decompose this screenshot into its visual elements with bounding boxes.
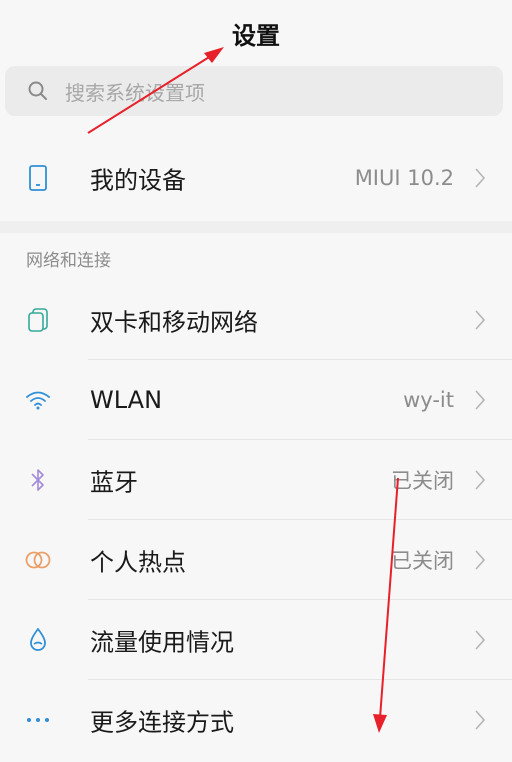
my-device-label: 我的设备 xyxy=(90,166,186,195)
search-placeholder: 搜索系统设置项 xyxy=(65,80,205,105)
bluetooth-label: 蓝牙 xyxy=(90,468,138,497)
hotspot-value: 已关闭 xyxy=(391,549,454,573)
sidebar-item-hotspot[interactable]: 个人热点 已关闭 xyxy=(0,520,512,600)
sidebar-item-dual-sim[interactable]: 双卡和移动网络 xyxy=(0,280,512,360)
chevron-right-icon xyxy=(475,310,486,330)
data-usage-label: 流量使用情况 xyxy=(90,628,234,657)
chevron-right-icon xyxy=(475,470,486,490)
wifi-icon xyxy=(24,386,52,414)
sidebar-item-bluetooth[interactable]: 蓝牙 已关闭 xyxy=(0,440,512,520)
dual-sim-label: 双卡和移动网络 xyxy=(90,308,258,337)
bluetooth-icon xyxy=(24,466,52,494)
more-connections-label: 更多连接方式 xyxy=(90,708,234,737)
data-usage-icon xyxy=(24,626,52,654)
more-dots-icon xyxy=(24,706,52,734)
sidebar-item-data-usage[interactable]: 流量使用情况 xyxy=(0,600,512,680)
chevron-right-icon xyxy=(475,390,486,410)
sidebar-item-more-connections[interactable]: 更多连接方式 xyxy=(0,680,512,760)
chevron-right-icon xyxy=(475,550,486,570)
hotspot-label: 个人热点 xyxy=(90,548,186,577)
my-device-value: MIUI 10.2 xyxy=(354,166,454,190)
phone-icon xyxy=(24,164,52,192)
hotspot-icon xyxy=(24,546,52,574)
bluetooth-value: 已关闭 xyxy=(391,469,454,493)
chevron-right-icon xyxy=(475,630,486,650)
search-input[interactable]: 搜索系统设置项 xyxy=(5,66,503,116)
sim-card-icon xyxy=(24,306,52,334)
wlan-label: WLAN xyxy=(90,386,163,414)
section-divider xyxy=(0,221,512,233)
chevron-right-icon xyxy=(475,168,486,188)
sidebar-item-wlan[interactable]: WLAN wy-it xyxy=(0,360,512,440)
wlan-value: wy-it xyxy=(403,388,454,412)
title-bar: 设置 xyxy=(0,0,512,62)
section-header-network: 网络和连接 xyxy=(26,251,111,271)
my-device-row[interactable]: 我的设备 MIUI 10.2 xyxy=(0,138,512,218)
page-title: 设置 xyxy=(232,22,280,50)
chevron-right-icon xyxy=(475,710,486,730)
search-icon xyxy=(28,81,47,100)
